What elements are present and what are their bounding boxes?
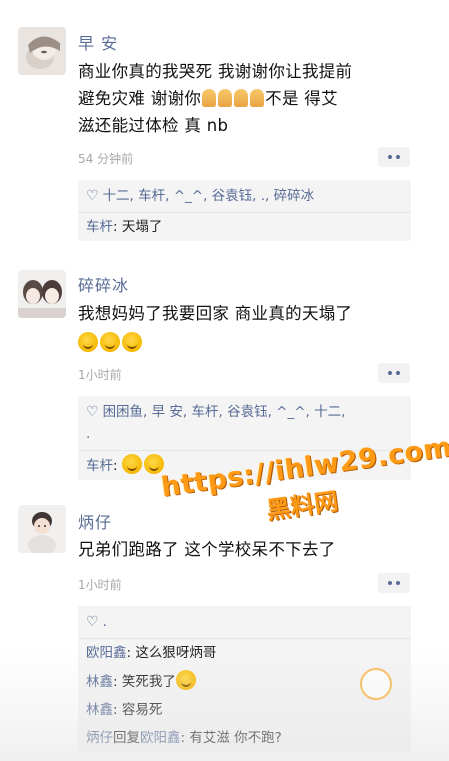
comment-item[interactable]: 炳仔回复欧阳鑫: 有艾滋 你不跑? xyxy=(78,724,411,752)
post-time: 1小时前 xyxy=(78,368,122,382)
crying-laughing-emoji-icon xyxy=(78,332,98,352)
comment-item[interactable]: 欧阳鑫: 这么狠呀炳哥 xyxy=(78,639,411,667)
dot-icon xyxy=(388,155,392,159)
comment-sep: : xyxy=(113,702,122,718)
likes-line: ♡ 困困鱼, 早 安, 车杆, 谷袁钰, ^_^, 十二, xyxy=(86,401,403,423)
comment-text: 这么狠呀炳哥 xyxy=(135,645,217,661)
likes-names[interactable]: 困困鱼, 早 安, 车杆, 谷袁钰, ^_^, 十二, xyxy=(103,404,346,420)
more-options-button[interactable] xyxy=(378,573,410,593)
content-text: 不是 得艾 xyxy=(265,89,338,108)
reply-word: 回复 xyxy=(113,730,140,746)
dot-icon xyxy=(388,581,392,585)
avatar[interactable] xyxy=(18,270,66,318)
floating-assist-button[interactable] xyxy=(360,668,392,700)
dot-icon xyxy=(388,371,392,375)
likes-list: ♡ 困困鱼, 早 安, 车杆, 谷袁钰, ^_^, 十二, . xyxy=(78,396,411,451)
commenter-name[interactable]: 车杆 xyxy=(86,219,113,235)
likes-names[interactable]: 十二, 车杆, ^_^, 谷袁钰, ., 碎碎冰 xyxy=(103,188,315,204)
comment-sep: : xyxy=(113,219,122,235)
post-content: 我想妈妈了我要回家 商业真的天塌了 xyxy=(78,300,423,356)
post-content: 商业你真的我哭死 我谢谢你让我提前 避免灾难 谢谢你 不是 得艾 滋还能过体检 真… xyxy=(78,58,423,139)
pray-emoji-icon xyxy=(202,89,217,107)
post-time: 1小时前 xyxy=(78,578,122,592)
author-name[interactable]: 早 安 xyxy=(78,30,118,54)
comment-text: 笑死我了 xyxy=(121,674,176,690)
avatar[interactable] xyxy=(18,27,66,75)
reply-to-name[interactable]: 欧阳鑫 xyxy=(140,730,181,746)
comment-sep: : xyxy=(113,674,122,690)
heart-icon: ♡ xyxy=(86,404,99,420)
avatar-photo-icon xyxy=(18,27,66,75)
comment-text: 天塌了 xyxy=(121,219,163,235)
author-name[interactable]: 炳仔 xyxy=(78,509,112,533)
more-options-button[interactable] xyxy=(378,363,410,383)
commenter-name[interactable]: 炳仔 xyxy=(86,730,113,746)
dot-icon xyxy=(396,155,400,159)
comment-item[interactable]: 车杆: 天塌了 xyxy=(78,213,411,241)
crying-laughing-emoji-icon xyxy=(100,332,120,352)
author-name[interactable]: 碎碎冰 xyxy=(78,272,129,296)
more-options-button[interactable] xyxy=(378,147,410,167)
commenter-name[interactable]: 林鑫 xyxy=(86,702,113,718)
content-line: 兄弟们跑路了 这个学校呆不下去了 xyxy=(78,540,336,559)
commenter-name[interactable]: 欧阳鑫 xyxy=(86,645,127,661)
dot-icon xyxy=(396,581,400,585)
post-time: 54 分钟前 xyxy=(78,152,134,166)
crying-laughing-emoji-icon xyxy=(122,332,142,352)
avatar[interactable] xyxy=(18,505,66,553)
heart-icon: ♡ xyxy=(86,188,99,204)
content-text: 避免灾难 谢谢你 xyxy=(78,89,202,108)
content-line: 我想妈妈了我要回家 商业真的天塌了 xyxy=(78,304,353,323)
likes-list: ♡ 十二, 车杆, ^_^, 谷袁钰, ., 碎碎冰 xyxy=(78,180,411,213)
comment-text: 容易死 xyxy=(121,702,163,718)
pray-emoji-icon xyxy=(250,89,265,107)
comment-sep: : xyxy=(113,458,122,474)
crying-laughing-emoji-icon xyxy=(143,454,164,474)
heart-icon: ♡ xyxy=(86,614,99,630)
comment-text: 有艾滋 你不跑? xyxy=(189,730,282,746)
likes-names[interactable]: . xyxy=(103,614,107,630)
emoji-line xyxy=(78,327,423,356)
commenter-name[interactable]: 车杆 xyxy=(86,458,113,474)
commenter-name[interactable]: 林鑫 xyxy=(86,674,113,690)
pray-emoji-icon xyxy=(218,89,233,107)
watermark-text: 黑料网 xyxy=(264,487,340,525)
crying-laughing-emoji-icon xyxy=(175,670,196,690)
likes-line[interactable]: . xyxy=(86,423,403,445)
content-line: 滋还能过体检 真 nb xyxy=(78,116,229,135)
post-content: 兄弟们跑路了 这个学校呆不下去了 xyxy=(78,536,423,563)
interaction-box: ♡ 十二, 车杆, ^_^, 谷袁钰, ., 碎碎冰 车杆: 天塌了 xyxy=(78,180,411,241)
avatar-photo-icon xyxy=(18,270,66,318)
likes-list: ♡. xyxy=(78,606,411,639)
pray-emoji-icon xyxy=(234,89,249,107)
crying-laughing-emoji-icon xyxy=(121,454,142,474)
comment-item[interactable]: 林鑫: 容易死 xyxy=(78,696,411,724)
avatar-photo-icon xyxy=(18,505,66,553)
dot-icon xyxy=(396,371,400,375)
content-line: 商业你真的我哭死 我谢谢你让我提前 xyxy=(78,62,353,81)
content-line: 避免灾难 谢谢你 不是 得艾 xyxy=(78,85,423,112)
